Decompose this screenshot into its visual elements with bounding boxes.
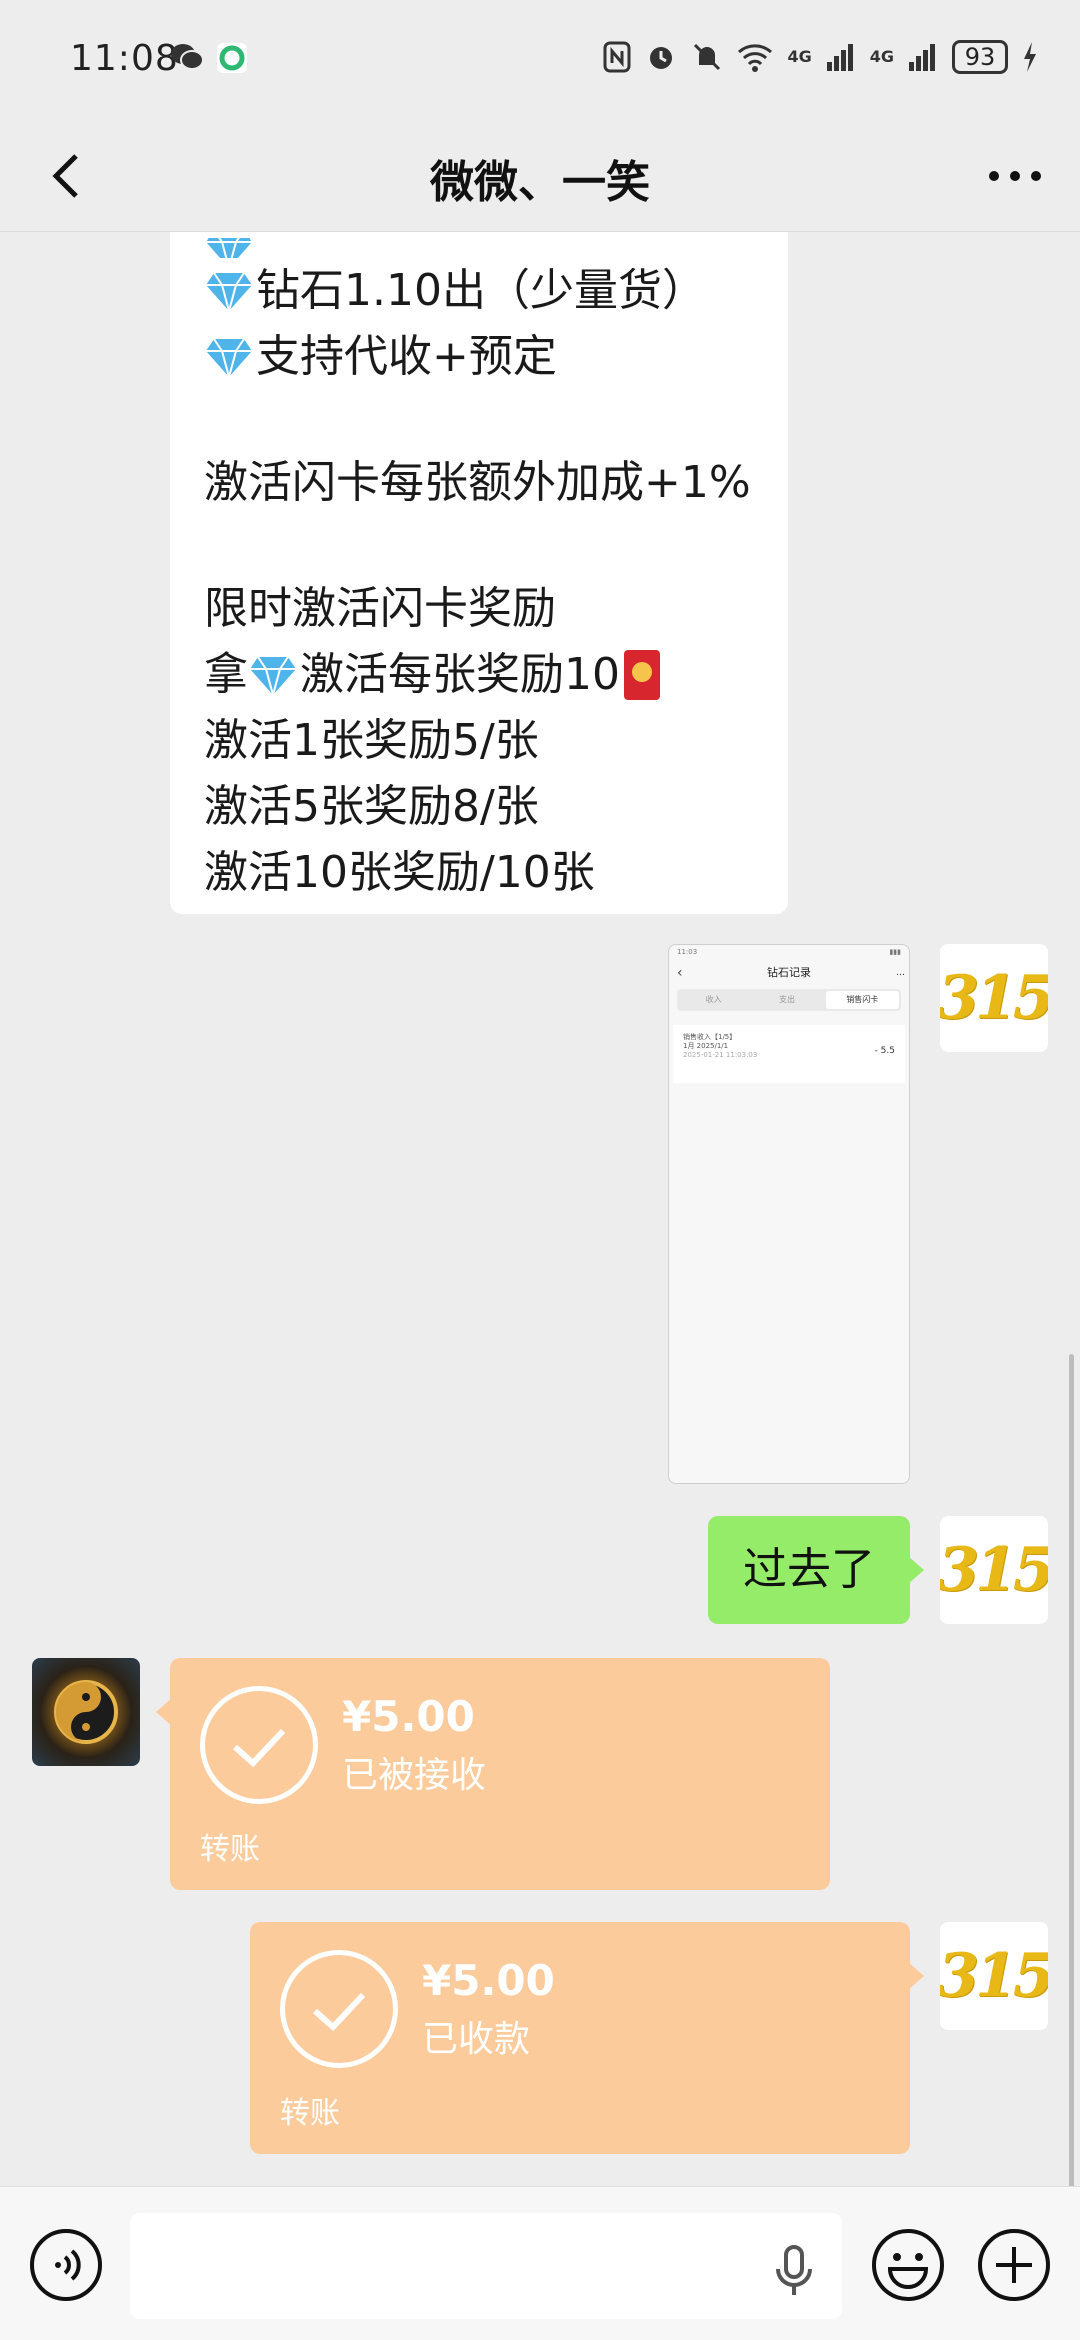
message-line: 钻石1.10出（少量货） bbox=[204, 258, 754, 324]
diamond-icon bbox=[206, 338, 252, 379]
message-line: 激活10张奖励/10张 bbox=[204, 840, 754, 906]
signal-icon bbox=[826, 44, 853, 71]
transfer-status: 已收款 bbox=[422, 2019, 531, 2060]
check-circle-icon bbox=[200, 1686, 318, 1804]
voice-button[interactable] bbox=[28, 2227, 104, 2303]
charging-icon bbox=[1024, 42, 1036, 72]
contact-avatar[interactable] bbox=[32, 1658, 140, 1766]
wechat-notification-icon bbox=[171, 44, 204, 70]
status-bar: 11:08 4G 4G 93 bbox=[0, 0, 1080, 120]
status-time: 11:08 bbox=[70, 38, 179, 79]
message-text: 激活1张奖励5/张 bbox=[204, 715, 539, 766]
signal-icon-2 bbox=[909, 44, 935, 71]
network-type-2: 4G bbox=[869, 47, 894, 66]
diamond-icon bbox=[250, 656, 296, 697]
microphone-button[interactable] bbox=[770, 2243, 818, 2299]
more-button[interactable] bbox=[980, 144, 1050, 208]
chat-message-list[interactable]: 钻石1.10出（少量货） 支持代收+预定 激活闪卡每张额外加成+1% 限时激活闪… bbox=[0, 232, 1080, 2186]
image-message[interactable]: 11:03 ▮▮▮ ‹ 钻石记录 … 收入 支出 销售闪卡 销售收入【1/5】 1… bbox=[668, 944, 910, 1484]
message-text: 过去了 bbox=[743, 1544, 875, 1595]
red-envelope-icon bbox=[624, 650, 660, 700]
more-functions-button[interactable] bbox=[976, 2227, 1052, 2303]
image-tabs: 收入 支出 销售闪卡 bbox=[677, 989, 901, 1011]
emoji-button[interactable] bbox=[870, 2227, 946, 2303]
transfer-label: 转账 bbox=[280, 2096, 340, 2131]
alarm-icon bbox=[650, 47, 673, 69]
nfc-icon bbox=[603, 41, 631, 73]
chat-scrollbar[interactable] bbox=[1069, 1354, 1074, 2186]
network-type-1: 4G bbox=[787, 47, 812, 66]
voice-icon bbox=[30, 2229, 102, 2301]
avatar-text: 315 bbox=[940, 963, 1048, 1033]
message-text: 激活5张奖励8/张 bbox=[204, 781, 539, 832]
transfer-message-received[interactable]: ¥5.00 已被接收 转账 bbox=[156, 1658, 830, 1890]
my-avatar[interactable]: 315 bbox=[940, 1516, 1048, 1624]
plus-icon bbox=[978, 2229, 1050, 2301]
message-text: 支持代收+预定 bbox=[256, 331, 557, 382]
message-line: 拿 激活每张奖励10 bbox=[204, 642, 754, 708]
transfer-message-sent[interactable]: ¥5.00 已收款 转账 bbox=[250, 1922, 924, 2154]
more-dots-icon bbox=[989, 171, 1041, 181]
microphone-icon bbox=[776, 2245, 812, 2295]
message-line: 激活5张奖励8/张 bbox=[204, 774, 754, 840]
message-text: 激活每张奖励10 bbox=[300, 649, 620, 700]
message-line: 支持代收+预定 bbox=[204, 324, 754, 390]
image-title: ‹ 钻石记录 … bbox=[677, 965, 905, 981]
message-line: 激活闪卡每张额外加成+1% bbox=[204, 450, 754, 516]
transfer-label: 转账 bbox=[200, 1832, 260, 1867]
avatar-text: 315 bbox=[940, 1941, 1048, 2011]
transfer-status: 已被接收 bbox=[342, 1755, 487, 1796]
my-avatar[interactable]: 315 bbox=[940, 1922, 1048, 2030]
chat-title: 微微、一笑 bbox=[430, 157, 650, 208]
message-text: 拿 bbox=[204, 649, 248, 700]
message-line: 激活1张奖励5/张 bbox=[204, 708, 754, 774]
check-circle-icon bbox=[280, 1950, 398, 2068]
message-text: 激活10张奖励/10张 bbox=[204, 847, 595, 898]
message-text: 激活闪卡每张额外加成+1% bbox=[204, 457, 751, 508]
message-line-partial bbox=[204, 238, 754, 258]
input-bar bbox=[0, 2186, 1080, 2340]
incoming-text-message[interactable]: 钻石1.10出（少量货） 支持代收+预定 激活闪卡每张额外加成+1% 限时激活闪… bbox=[170, 232, 788, 914]
image-record-card: 销售收入【1/5】 1月 2025/1/1 2025-01-21 11:03:0… bbox=[673, 1025, 905, 1083]
message-text: 钻石1.10出（少量货） bbox=[256, 265, 706, 316]
app-notification-icon bbox=[217, 43, 247, 73]
status-right-icons: 4G 4G 93 bbox=[603, 40, 1038, 74]
chat-header: 微微、一笑 bbox=[0, 120, 1080, 232]
diamond-icon bbox=[206, 238, 252, 258]
wifi-icon bbox=[738, 44, 773, 72]
diamond-icon bbox=[206, 272, 252, 313]
outgoing-text-message[interactable]: 过去了 bbox=[708, 1516, 924, 1624]
transfer-amount: ¥5.00 bbox=[342, 1692, 475, 1741]
yin-yang-icon bbox=[54, 1680, 118, 1744]
status-left-icons bbox=[170, 42, 248, 74]
emoji-icon bbox=[872, 2229, 944, 2301]
message-line: 限时激活闪卡奖励 bbox=[204, 576, 754, 642]
my-avatar[interactable]: 315 bbox=[940, 944, 1048, 1052]
transfer-amount: ¥5.00 bbox=[422, 1956, 555, 2005]
message-input[interactable] bbox=[130, 2213, 842, 2319]
message-text: 限时激活闪卡奖励 bbox=[204, 583, 556, 634]
avatar-text: 315 bbox=[940, 1535, 1048, 1605]
battery-level: 93 bbox=[952, 40, 1008, 74]
mute-icon bbox=[694, 43, 721, 71]
